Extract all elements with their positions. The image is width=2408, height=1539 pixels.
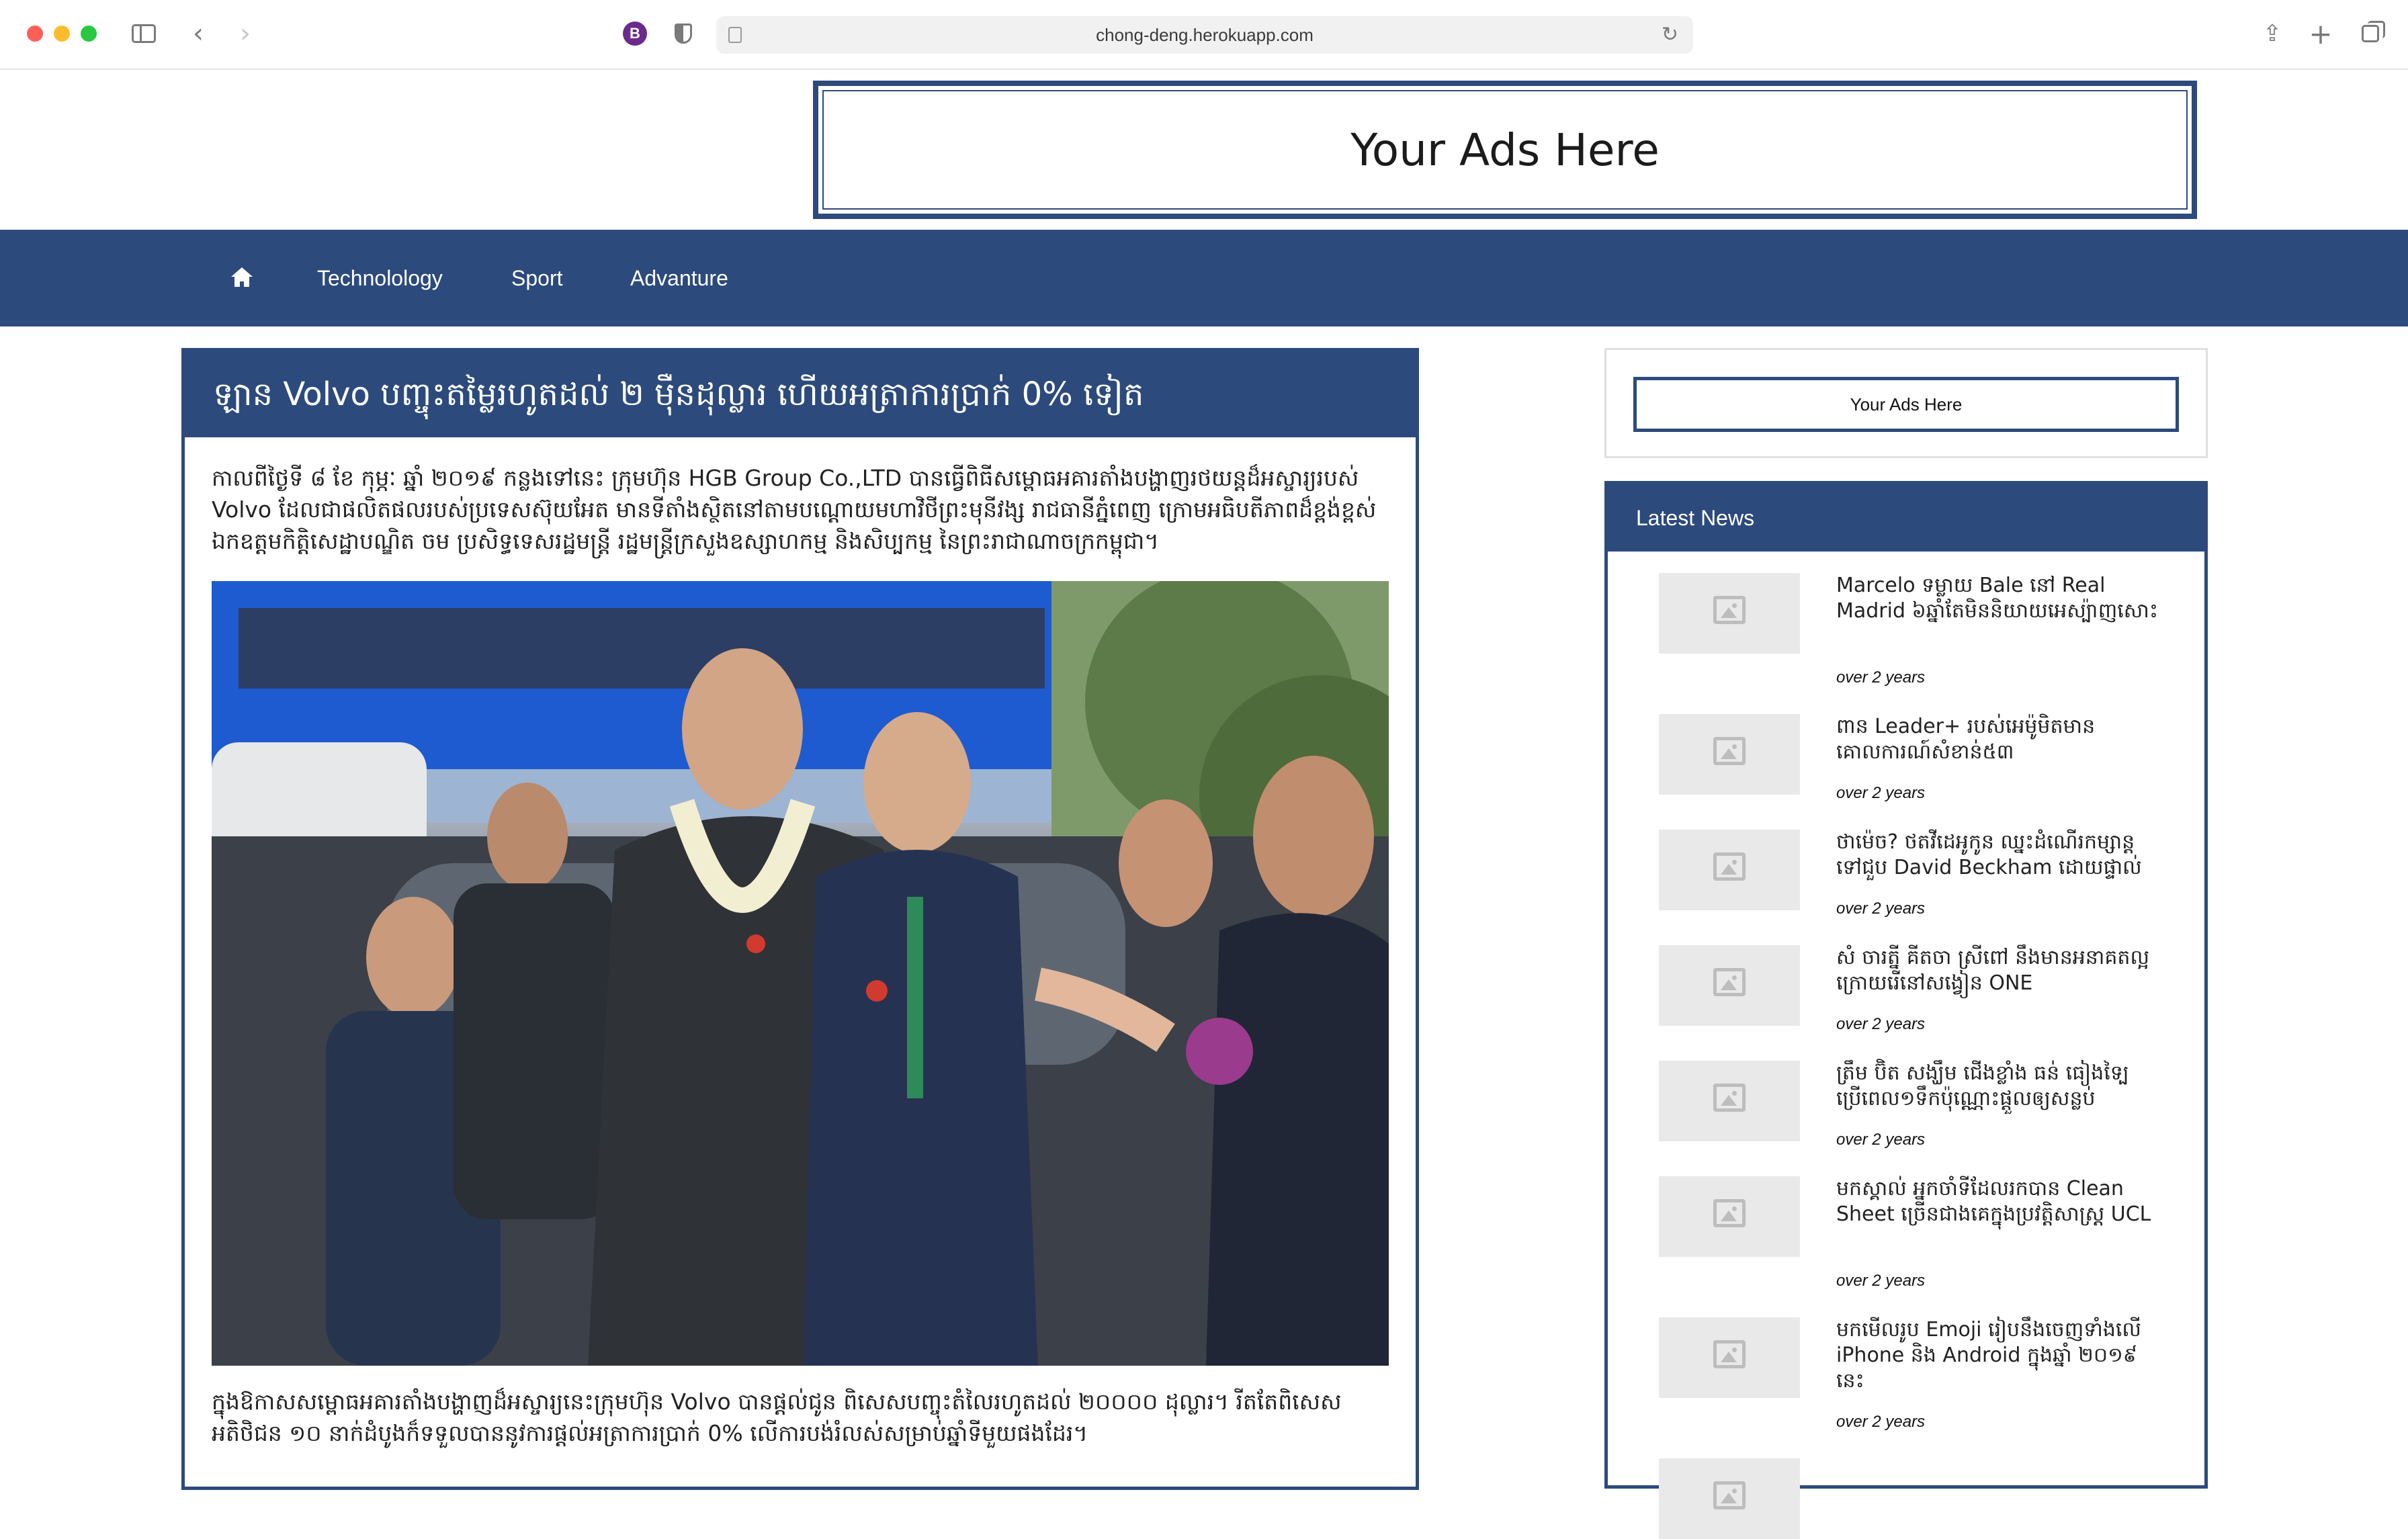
image-placeholder-icon: [1713, 1199, 1746, 1227]
news-time: over 2 years: [1836, 1413, 1926, 1431]
news-time: over 2 years: [1836, 784, 1926, 802]
news-title[interactable]: ពាន Leader+ របស់អេម៉ូមិតមានគោលការណ៍សំខាន…: [1836, 714, 2159, 765]
back-arrow-icon[interactable]: ‹: [188, 16, 208, 51]
new-tab-icon[interactable]: +: [2309, 16, 2333, 51]
news-time: over 2 years: [1836, 899, 1926, 918]
main-nav: Technolology Sport Advanture: [0, 230, 2408, 326]
news-thumbnail[interactable]: [1659, 945, 1800, 1026]
article-photo: [212, 581, 1389, 1366]
image-placeholder-icon: [1713, 968, 1746, 996]
latest-news-title: Latest News: [1608, 484, 2204, 552]
sidebar-ad-banner[interactable]: Your Ads Here: [1633, 377, 2179, 432]
image-placeholder-icon: [1713, 1481, 1746, 1509]
news-title[interactable]: មកមើលរូប Emoji រៀបនឹងចេញទាំងលើ iPhone និ…: [1836, 1317, 2159, 1394]
news-title[interactable]: ថាម៉េច? ថតវីដេអូកូន ឈ្នះដំណើរកម្សាន្តទៅជ…: [1836, 830, 2159, 881]
latest-news-panel: Latest News Marcelo ទម្លាយ Bale នៅ Real …: [1604, 481, 2208, 1539]
extension-b-icon[interactable]: B: [622, 16, 648, 51]
tab-overview-icon[interactable]: [2357, 16, 2385, 51]
nav-item-sport[interactable]: Sport: [511, 230, 562, 326]
article-title: ឡាន Volvo បញ្ចុះតម្លៃរហូតដល់ ២ ម៉ឺនដុល្ល…: [185, 351, 1416, 437]
news-thumbnail[interactable]: [1659, 1317, 1800, 1398]
news-thumbnail[interactable]: [1659, 573, 1800, 654]
news-thumbnail[interactable]: [1659, 1061, 1800, 1141]
image-placeholder-icon: [1713, 737, 1746, 765]
news-time: over 2 years: [1836, 668, 1926, 687]
news-thumbnail[interactable]: [1659, 830, 1800, 910]
header-ad-banner[interactable]: Your Ads Here: [813, 81, 2197, 219]
header-ad-label: Your Ads Here: [822, 90, 2188, 210]
close-window-button[interactable]: [27, 26, 43, 42]
news-title[interactable]: Marcelo ទម្លាយ Bale នៅ Real Madrid ៦ឆ្នា…: [1836, 573, 2159, 624]
sidebar-ad-container: Your Ads Here: [1604, 348, 2208, 458]
article-card: ឡាន Volvo បញ្ចុះតម្លៃរហូតដល់ ២ ម៉ឺនដុល្ល…: [181, 348, 1419, 1490]
news-thumbnail[interactable]: [1659, 1176, 1800, 1257]
news-title[interactable]: ត្រឹម ប៊ិត សង្ឃឹម ជើងខ្លាំង ធន់ ធៀងទ្បៃ …: [1836, 1061, 2159, 1112]
nav-item-adventure[interactable]: Advanture: [630, 230, 728, 326]
news-title[interactable]: សំ ចារត្នី គីតចា ស្រីពៅ នឹងមានអនាគតល្អក្…: [1836, 945, 2159, 996]
article-photo-illustration: [212, 581, 1389, 1366]
url-text[interactable]: chong-deng.herokuapp.com: [716, 16, 1693, 54]
news-time: over 2 years: [1836, 1015, 1926, 1033]
minimize-window-button[interactable]: [54, 26, 70, 42]
forward-arrow-icon[interactable]: ›: [235, 16, 255, 51]
image-placeholder-icon: [1713, 852, 1746, 881]
image-placeholder-icon: [1713, 1340, 1746, 1368]
reload-icon[interactable]: ↻: [1662, 23, 1678, 46]
news-thumbnail[interactable]: [1659, 714, 1800, 795]
news-title[interactable]: មកស្គាល់ អ្នកចាំទីដែលរកបាន Clean Sheet ច…: [1836, 1176, 2159, 1227]
nav-item-technology[interactable]: Technolology: [317, 230, 443, 326]
image-placeholder-icon: [1713, 1084, 1746, 1112]
privacy-shield-icon[interactable]: [672, 16, 695, 51]
sidebar-toggle-icon[interactable]: [129, 16, 159, 51]
address-bar[interactable]: chong-deng.herokuapp.com ↻: [716, 16, 1693, 54]
browser-toolbar: ‹ › B chong-deng.herokuapp.com ↻ ⇪ +: [0, 0, 2408, 70]
share-icon[interactable]: ⇪: [2260, 16, 2284, 51]
image-placeholder-icon: [1713, 596, 1746, 624]
article-paragraph-2: ក្នុងឱកាសសម្ពោធអគារតាំងបង្ហាញដ៏អស្ចារ្យន…: [212, 1389, 1342, 1446]
home-icon[interactable]: [231, 267, 253, 288]
article-paragraph-1: កាលពីថ្ងៃទី ៨ ខែ កុម្ភៈ ឆ្នាំ ២០១៩ កន្លង…: [212, 465, 1377, 554]
news-thumbnail[interactable]: [1659, 1458, 1800, 1539]
news-time: over 2 years: [1836, 1131, 1926, 1149]
news-time: over 2 years: [1836, 1272, 1926, 1290]
zoom-window-button[interactable]: [81, 26, 97, 42]
